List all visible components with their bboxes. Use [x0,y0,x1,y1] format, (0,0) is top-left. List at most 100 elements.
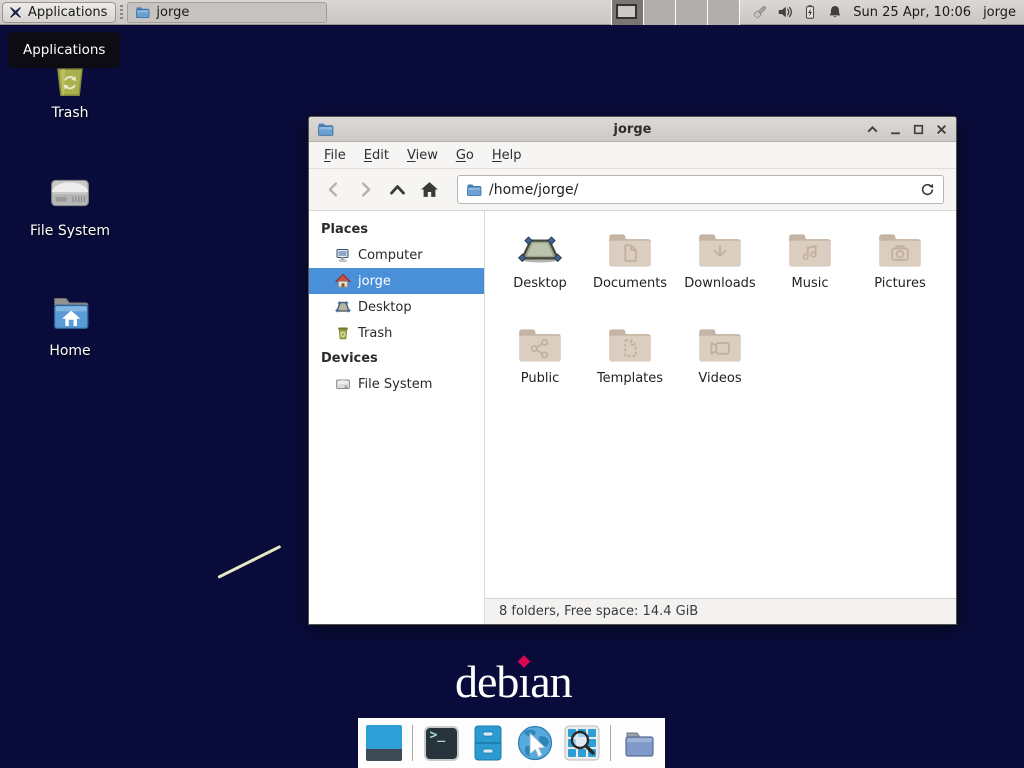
videos-folder-icon [695,324,745,366]
sidebar-item-label: Computer [358,248,423,263]
sidebar-header-places: Places [309,217,484,242]
up-button[interactable] [381,175,413,205]
panel-username[interactable]: jorge [983,5,1016,20]
web-browser-globe-icon [516,724,554,762]
debian-logo: debıan [455,655,572,708]
workspace-4[interactable] [708,0,740,25]
desktop-icon-label: Trash [10,105,130,121]
drive-icon [335,376,351,392]
file-label: Documents [593,276,667,291]
sidebar-item-file-system[interactable]: File System [309,371,484,397]
file-downloads[interactable]: Downloads [675,225,765,320]
shade-button[interactable] [866,123,879,136]
tooltip-text: Applications [23,42,105,58]
path-bar[interactable]: /home/jorge/ [457,175,944,204]
workspace-switcher [611,0,740,25]
web-browser-launcher[interactable] [516,724,554,762]
sidebar: Places Computer jorge Desktop Trash Devi… [309,211,485,624]
dock-separator [412,725,413,761]
workspace-2[interactable] [644,0,676,25]
sidebar-item-label: Desktop [358,300,412,315]
file-documents[interactable]: Documents [585,225,675,320]
system-tray [752,4,843,20]
menu-help[interactable]: Help [483,144,531,167]
file-manager-launcher[interactable] [620,724,658,762]
file-label: Music [792,276,829,291]
sidebar-item-computer[interactable]: Computer [309,242,484,268]
dock-separator [610,725,611,761]
reload-button[interactable] [920,182,935,197]
sidebar-header-devices: Devices [309,346,484,371]
documents-folder-icon [605,229,655,271]
desktop-icon [335,299,351,315]
maximize-button[interactable] [912,123,925,136]
sidebar-item-jorge[interactable]: jorge [309,268,484,294]
file-label: Pictures [874,276,925,291]
statusbar-text: 8 folders, Free space: 14.4 GiB [499,604,698,619]
window-titlebar[interactable]: jorge [309,117,956,142]
file-public[interactable]: Public [495,320,585,415]
battery-icon[interactable] [802,4,818,20]
window-folder-icon [317,121,334,138]
downloads-folder-icon [695,229,745,271]
volume-icon[interactable] [777,4,793,20]
computer-icon [335,247,351,263]
desktop-icon-home[interactable]: Home [10,286,130,359]
home-button[interactable] [413,175,445,205]
file-cabinet-launcher[interactable] [469,724,507,762]
applications-menu-label: Applications [28,5,107,20]
path-value[interactable]: /home/jorge/ [489,182,920,198]
file-label: Desktop [513,276,567,291]
trash-icon [335,325,351,341]
clock[interactable]: Sun 25 Apr, 10:06 [853,5,971,20]
sidebar-item-desktop[interactable]: Desktop [309,294,484,320]
file-music[interactable]: Music [765,225,855,320]
pictures-folder-icon [875,229,925,271]
terminal-icon: >_ [424,726,459,761]
taskbar-window-button[interactable]: jorge [127,2,327,23]
file-manager-window: jorge File Edit View Go Help /home/jorge… [308,116,957,625]
file-cabinet-icon [469,724,507,762]
notifications-bell-icon[interactable] [827,4,843,20]
desktop-icon-file-system[interactable]: File System [10,166,130,239]
sidebar-item-trash[interactable]: Trash [309,320,484,346]
file-label: Downloads [684,276,755,291]
workspace-1[interactable] [612,0,644,25]
application-finder-launcher[interactable] [563,724,601,762]
menubar: File Edit View Go Help [309,142,956,169]
menu-edit[interactable]: Edit [355,144,398,167]
menu-view[interactable]: View [398,144,447,167]
file-templates[interactable]: Templates [585,320,675,415]
workspace-3[interactable] [676,0,708,25]
show-desktop-button[interactable] [365,724,403,762]
file-label: Templates [597,371,663,386]
back-button[interactable] [317,175,349,205]
home-icon [335,273,351,289]
minimize-button[interactable] [889,123,902,136]
file-label: Videos [698,371,741,386]
panel-separator-handle [120,5,123,19]
applications-menu-button[interactable]: Applications [2,2,116,23]
forward-button[interactable] [349,175,381,205]
hard-drive-icon [43,166,97,220]
tool-tray-icon[interactable] [752,4,768,20]
templates-folder-icon [605,324,655,366]
desktop-icon-label: Home [10,343,130,359]
file-manager-folder-icon [620,724,658,762]
menu-go[interactable]: Go [447,144,483,167]
file-desktop[interactable]: Desktop [495,225,585,320]
logo-text: an [530,656,571,707]
file-label: Public [521,371,559,386]
application-finder-icon [563,724,601,762]
music-folder-icon [785,229,835,271]
statusbar: 8 folders, Free space: 14.4 GiB [485,598,956,624]
close-button[interactable] [935,123,948,136]
desktop-icon-label: File System [10,223,130,239]
file-icon-view: Desktop Documents [485,211,956,598]
sidebar-item-label: jorge [358,274,391,289]
file-pictures[interactable]: Pictures [855,225,945,320]
home-folder-icon [43,286,97,340]
menu-file[interactable]: File [315,144,355,167]
terminal-launcher[interactable]: >_ [422,724,460,762]
file-videos[interactable]: Videos [675,320,765,415]
